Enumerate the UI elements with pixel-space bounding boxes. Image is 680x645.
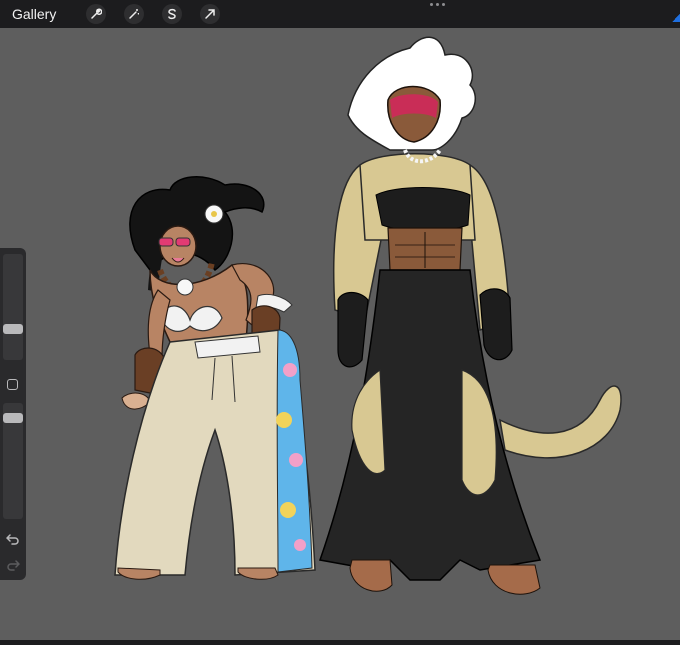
brush-size-slider[interactable] <box>3 254 23 360</box>
wrench-icon[interactable] <box>86 4 107 24</box>
character-right <box>319 36 622 595</box>
brush-size-thumb[interactable] <box>3 324 23 334</box>
character-left <box>114 176 316 580</box>
selection-s-icon[interactable] <box>162 4 183 24</box>
left-sidebar <box>0 248 26 580</box>
undo-icon[interactable] <box>6 531 20 545</box>
transform-arrow-icon[interactable] <box>200 4 221 24</box>
gallery-button[interactable]: Gallery <box>12 6 56 22</box>
canvas-artwork[interactable] <box>0 28 680 640</box>
drag-handle-dots[interactable] <box>430 3 445 6</box>
dot <box>430 3 433 6</box>
modify-button[interactable] <box>7 379 18 390</box>
opacity-thumb[interactable] <box>3 413 23 423</box>
dot <box>436 3 439 6</box>
color-swatch-corner[interactable] <box>672 14 680 22</box>
top-toolbar: Gallery <box>0 0 680 28</box>
magic-wand-icon[interactable] <box>124 4 145 24</box>
redo-icon[interactable] <box>6 557 20 571</box>
dot <box>442 3 445 6</box>
bottom-bar <box>0 640 680 645</box>
